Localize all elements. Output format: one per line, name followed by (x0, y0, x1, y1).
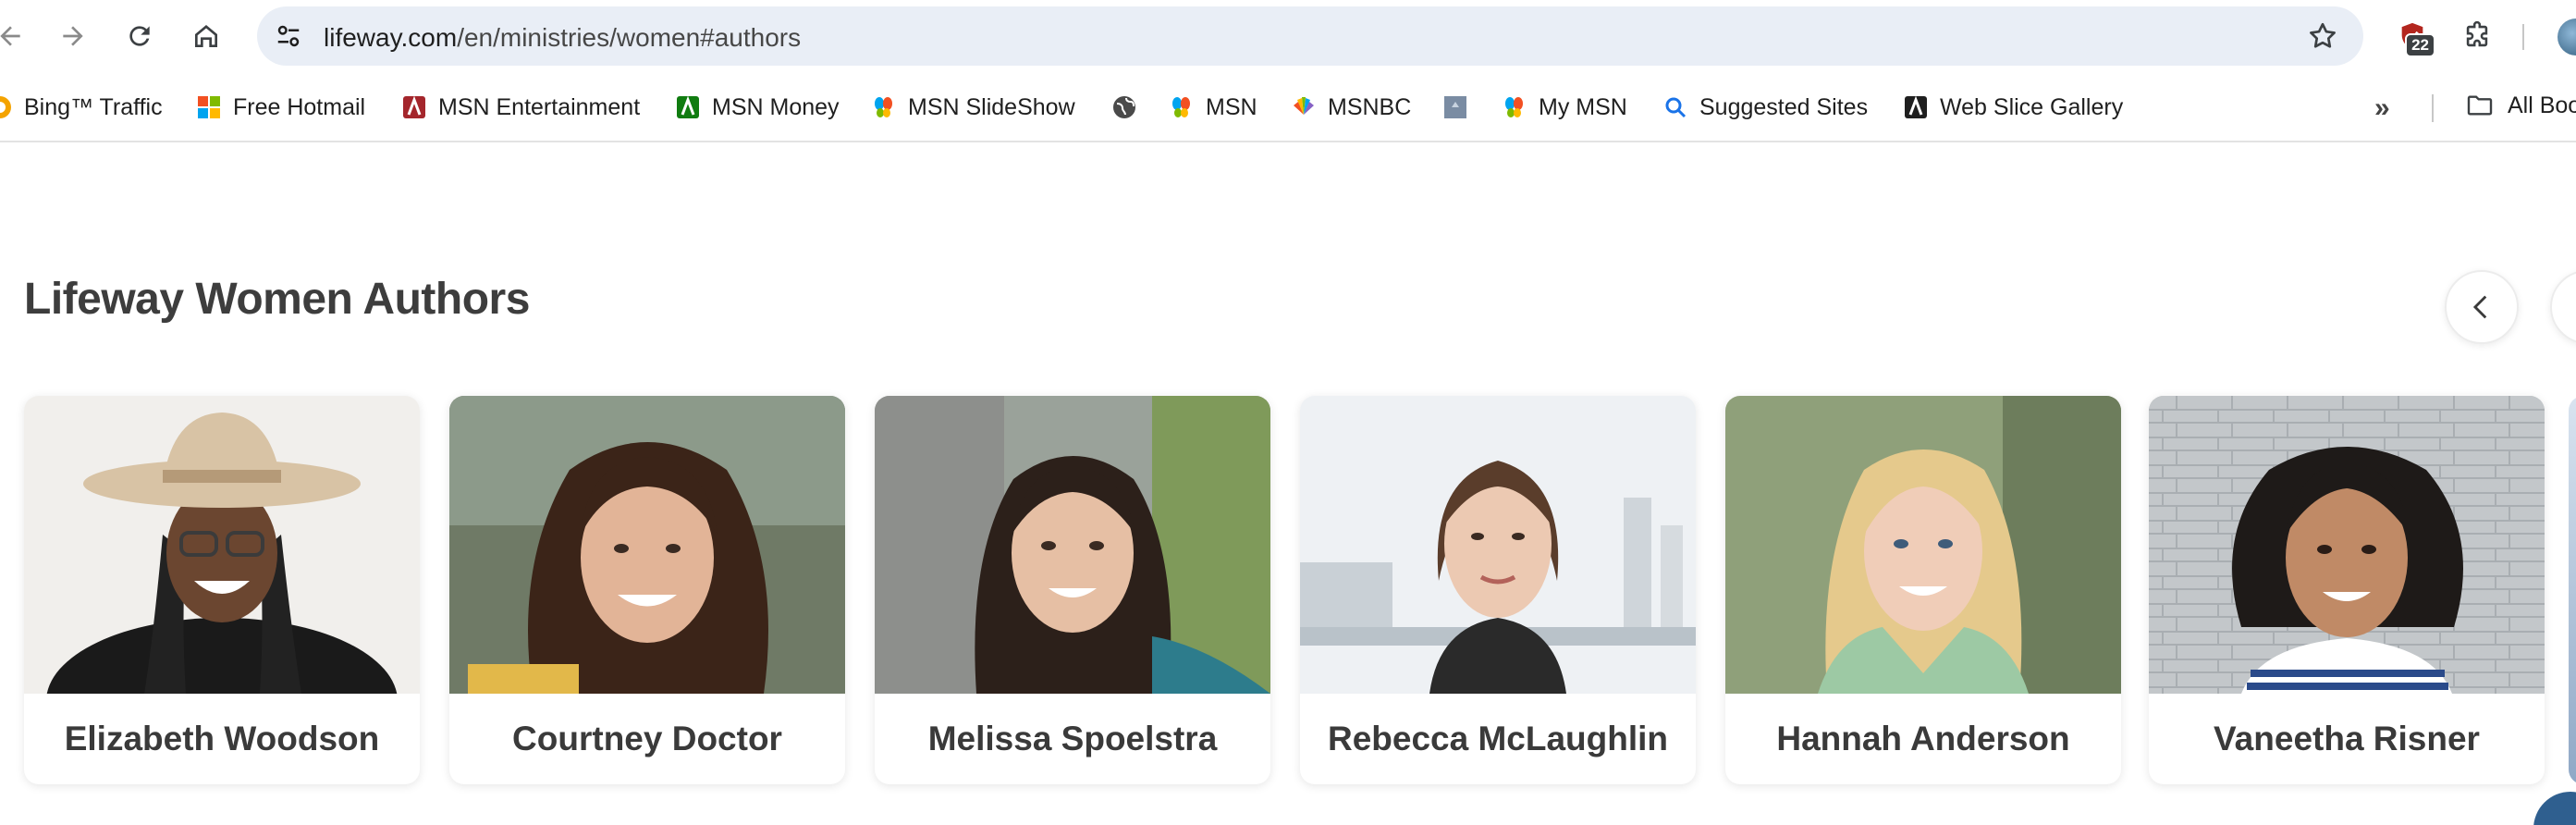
carousel-prev-button[interactable] (2445, 270, 2519, 344)
carousel-next-button[interactable] (2550, 270, 2576, 344)
chevron-right-icon (2571, 291, 2576, 323)
bookmark-label: MSN Money (712, 93, 840, 120)
bookmark-globe[interactable] (1111, 91, 1148, 124)
author-card-rebecca-mclaughlin[interactable]: Rebecca McLaughlin (1300, 396, 1696, 784)
bing-icon (0, 94, 13, 120)
site-info-button[interactable] (270, 18, 307, 55)
web-slice-icon (1903, 94, 1929, 120)
arrow-right-icon (63, 26, 83, 46)
bookmark-my-msn[interactable]: My MSN (1502, 91, 1627, 124)
bookmark-label: MSN SlideShow (908, 93, 1075, 120)
author-photo (2149, 396, 2545, 694)
windows-icon (196, 94, 222, 120)
browser-toolbar: lifeway.com/en/ministries/women#authors … (0, 0, 2576, 72)
home-icon (195, 25, 217, 47)
url-text[interactable]: lifeway.com/en/ministries/women#authors (324, 23, 801, 53)
all-bookmarks-button[interactable]: All Boo (2465, 91, 2576, 120)
author-photo (1725, 396, 2121, 694)
forward-button[interactable] (50, 13, 96, 59)
bookmark-label: My MSN (1539, 93, 1627, 120)
reload-icon (129, 26, 150, 46)
address-bar[interactable]: lifeway.com/en/ministries/women#authors (257, 6, 2363, 66)
back-button[interactable] (0, 13, 33, 59)
author-card-vaneetha-risner[interactable]: Vaneetha Risner (2149, 396, 2545, 784)
arrow-left-icon (0, 26, 20, 46)
toolbar-divider (2522, 24, 2524, 50)
author-card-melissa-spoelstra[interactable]: Melissa Spoelstra (875, 396, 1270, 784)
author-photo (24, 396, 420, 694)
bookmark-msn-entertainment[interactable]: MSN Entertainment (401, 91, 640, 124)
tune-icon (277, 25, 300, 47)
author-photo (1300, 396, 1696, 694)
bookmark-label: MSN (1206, 93, 1257, 120)
nbc-peacock-icon (1291, 94, 1317, 120)
bookmark-msn-money[interactable]: MSN Money (675, 91, 840, 124)
author-name: Elizabeth Woodson (64, 720, 380, 757)
section-title: Lifeway Women Authors (24, 275, 530, 324)
author-name: Rebecca McLaughlin (1327, 720, 1669, 757)
url-host: lifeway.com (324, 23, 458, 52)
bookmark-suggested-sites[interactable]: Suggested Sites (1662, 91, 1868, 124)
author-name: Vaneetha Risner (2214, 720, 2480, 757)
bookmark-label: MSNBC (1328, 93, 1412, 120)
author-card-hannah-anderson[interactable]: Hannah Anderson (1725, 396, 2121, 784)
home-button[interactable] (183, 13, 229, 59)
author-card-courtney-doctor[interactable]: Courtney Doctor (449, 396, 845, 784)
bookmarks-divider (2432, 94, 2434, 122)
globe-icon (1111, 94, 1137, 120)
extension-badge: 22 (2405, 33, 2435, 57)
bookmark-label: MSN Entertainment (438, 93, 641, 120)
msn-icon (401, 94, 427, 120)
author-name: Hannah Anderson (1776, 720, 2070, 757)
bookmark-free-hotmail[interactable]: Free Hotmail (196, 91, 365, 124)
bookmarks-overflow-button[interactable]: » (2374, 92, 2390, 124)
search-icon (1662, 94, 1688, 120)
author-photo (449, 396, 845, 694)
bookmark-msn-slideshow[interactable]: MSN SlideShow (871, 91, 1075, 124)
bookmark-label: Web Slice Gallery (1940, 93, 2124, 120)
msn-money-icon (675, 94, 701, 120)
author-photo (875, 396, 1270, 694)
bookmark-msnbc[interactable]: MSNBC (1291, 91, 1411, 124)
all-bookmarks-label: All Boo (2508, 92, 2576, 118)
author-card-partial[interactable] (2569, 396, 2576, 784)
generic-page-icon (1442, 94, 1468, 120)
folder-icon (2467, 95, 2493, 116)
bookmark-label: Bing™ Traffic (24, 93, 163, 120)
author-name: Courtney Doctor (512, 720, 782, 757)
extension-shield-button[interactable]: 22 (2389, 13, 2435, 59)
url-path: /en/ministries/women#authors (457, 23, 802, 52)
bookmark-web-slice-gallery[interactable]: Web Slice Gallery (1903, 91, 2123, 124)
reload-button[interactable] (117, 13, 163, 59)
chat-widget-button[interactable] (2533, 792, 2576, 825)
bookmark-label: Free Hotmail (233, 93, 366, 120)
bookmark-label: Suggested Sites (1699, 93, 1869, 120)
chevron-left-icon (2472, 295, 2487, 319)
bookmark-generic-page[interactable] (1442, 91, 1479, 124)
msn-butterfly-icon (871, 94, 897, 120)
extensions-button[interactable] (2454, 13, 2500, 59)
msn-butterfly-icon (1169, 94, 1195, 120)
puzzle-icon (2466, 20, 2488, 47)
msn-butterfly-icon (1502, 94, 1527, 120)
bookmark-msn[interactable]: MSN (1169, 91, 1257, 124)
author-card-elizabeth-woodson[interactable]: Elizabeth Woodson (24, 396, 420, 784)
bookmark-star-icon[interactable] (2306, 19, 2339, 53)
author-name: Melissa Spoelstra (927, 720, 1218, 757)
profile-avatar[interactable] (2558, 18, 2576, 55)
bookmark-bing-traffic[interactable]: Bing™ Traffic (0, 91, 163, 124)
bookmarks-bar: Bing™ Traffic Free Hotmail MSN Entertain… (0, 72, 2576, 142)
